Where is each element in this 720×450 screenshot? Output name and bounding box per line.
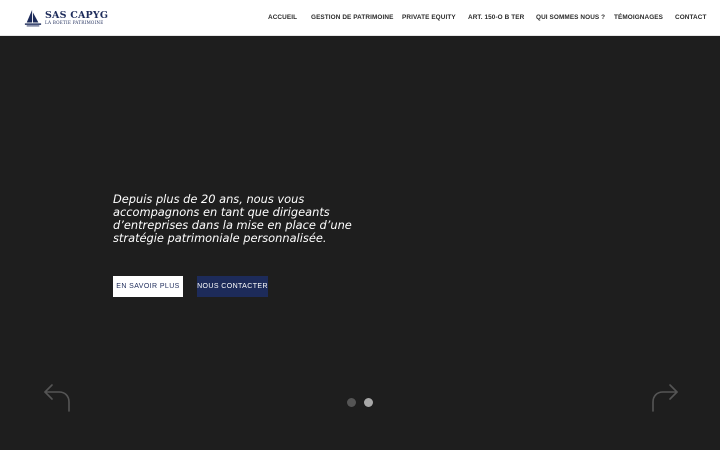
contact-us-button[interactable]: NOUS CONTACTER: [197, 276, 268, 297]
slider-prev-button[interactable]: [43, 381, 73, 413]
slider-dot-2-active[interactable]: [364, 398, 373, 407]
sailboat-logo-icon: [24, 9, 42, 27]
slider-next-button[interactable]: [649, 381, 679, 413]
logo-text: SAS CAPYG LA BOETIE PATRIMOINE: [45, 11, 108, 26]
hero-tagline: Depuis plus de 20 ans, nous vous accompa…: [113, 192, 352, 245]
nav-item-art-150-o-b-ter[interactable]: ART. 150-O B TER: [468, 14, 524, 21]
arrow-forward-icon: [652, 384, 678, 412]
site-header: SAS CAPYG LA BOETIE PATRIMOINE ACCUEIL G…: [0, 0, 720, 36]
arrow-back-icon: [44, 384, 70, 412]
hero-slider: Depuis plus de 20 ans, nous vous accompa…: [0, 36, 720, 450]
site-logo[interactable]: SAS CAPYG LA BOETIE PATRIMOINE: [24, 6, 108, 30]
nav-item-qui-sommes-nous[interactable]: QUI SOMMES NOUS ?: [536, 14, 605, 21]
slider-dot-1[interactable]: [347, 398, 356, 407]
brand-subtitle: LA BOETIE PATRIMOINE: [45, 20, 104, 26]
nav-item-temoignages[interactable]: TÉMOIGNAGES: [614, 14, 663, 21]
brand-name: SAS CAPYG: [45, 9, 109, 21]
nav-item-gestion-de-patrimoine[interactable]: GESTION DE PATRIMOINE: [311, 14, 393, 21]
nav-item-contact[interactable]: CONTACT: [675, 14, 706, 21]
nav-item-private-equity[interactable]: PRIVATE EQUITY: [402, 14, 456, 21]
nav-item-accueil[interactable]: ACCUEIL: [268, 14, 297, 21]
learn-more-button[interactable]: EN SAVOIR PLUS: [113, 276, 183, 297]
